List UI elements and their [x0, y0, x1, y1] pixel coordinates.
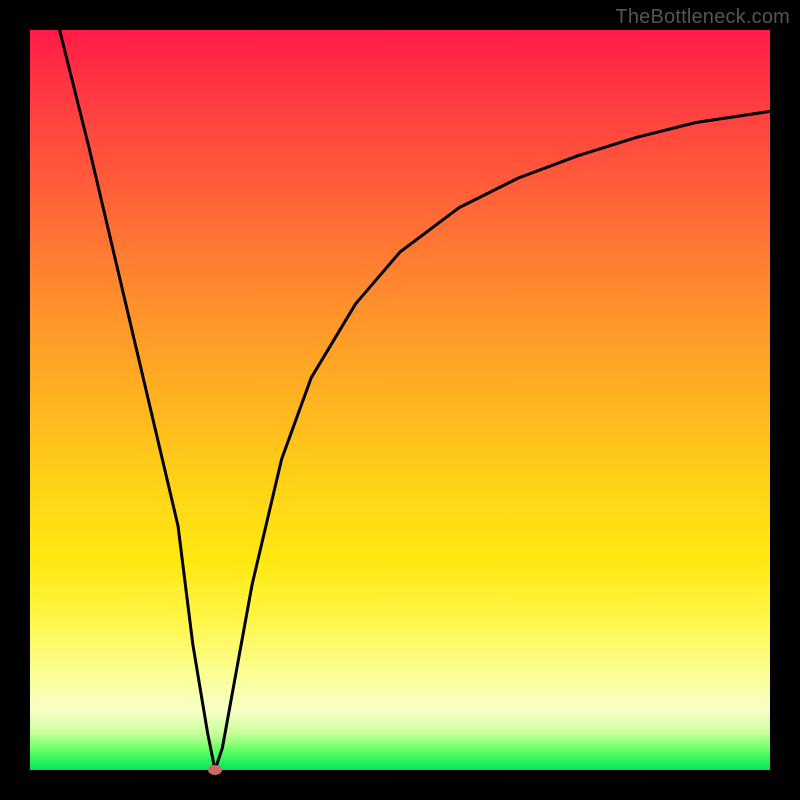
minimum-marker [208, 765, 222, 775]
bottleneck-curve [60, 30, 770, 770]
curve-layer [30, 30, 770, 770]
plot-area [30, 30, 770, 770]
chart-frame: TheBottleneck.com [0, 0, 800, 800]
watermark-text: TheBottleneck.com [615, 6, 790, 29]
